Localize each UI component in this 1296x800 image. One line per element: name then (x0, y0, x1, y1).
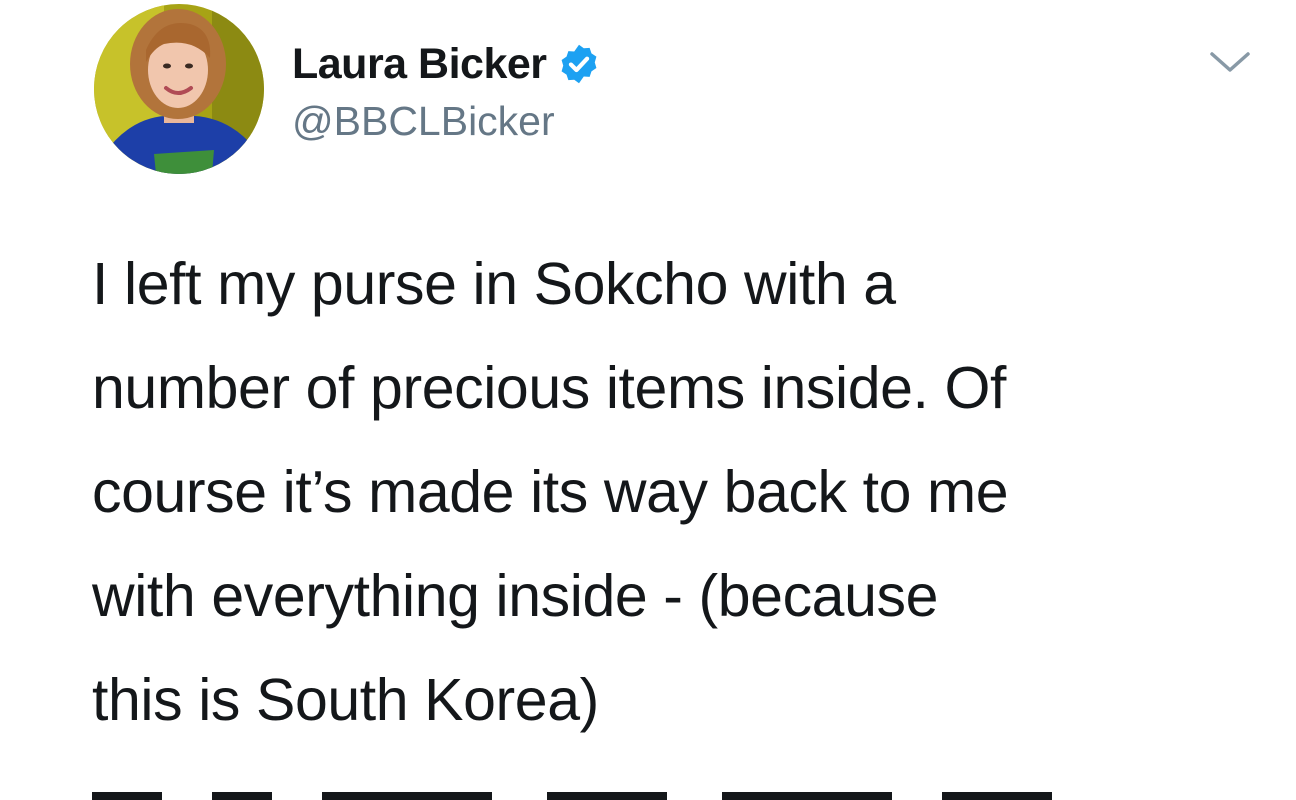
avatar-photo (94, 4, 264, 174)
tweet-text: I left my purse in Sokcho with a number … (92, 251, 1009, 733)
tweet-menu-button[interactable] (1208, 46, 1252, 80)
author-handle[interactable]: @BBCLBicker (292, 98, 555, 145)
tweet-text-cutoff (92, 782, 1192, 800)
verified-badge-icon (557, 42, 601, 86)
author-name-row[interactable]: Laura Bicker (292, 38, 601, 90)
author-display-name[interactable]: Laura Bicker (292, 40, 547, 89)
chevron-down-icon (1210, 52, 1250, 72)
author-avatar[interactable] (94, 4, 264, 174)
tweet-card: Laura Bicker @BBCLBicker I left my purse… (0, 0, 1296, 800)
